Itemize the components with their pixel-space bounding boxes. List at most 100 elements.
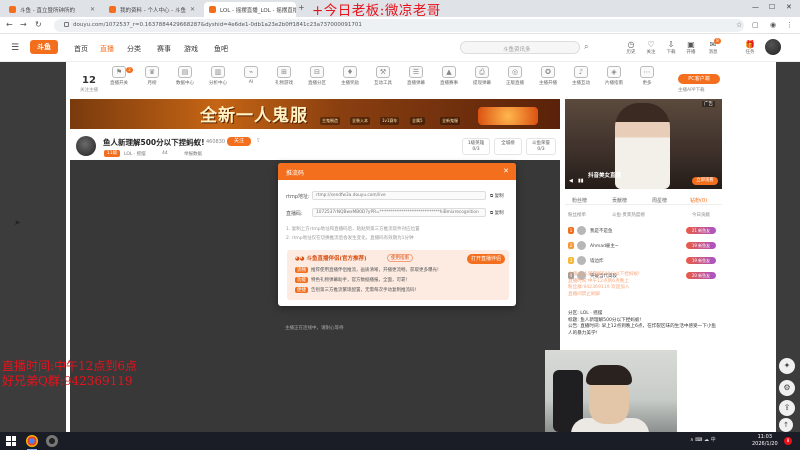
- header-task[interactable]: 🎁 任务: [742, 40, 758, 55]
- browser-tab-1[interactable]: 斗鱼 - 直立暨所钟所的 ✕: [4, 2, 100, 17]
- prev-icon[interactable]: ◀: [569, 178, 573, 184]
- back-icon[interactable]: ←: [6, 20, 13, 29]
- pause-icon[interactable]: ▮▮: [578, 178, 584, 184]
- category-item[interactable]: ♦ 主播奖励: [335, 66, 365, 86]
- taskbar-clock[interactable]: 11:03 2026/1/20: [752, 434, 778, 448]
- report-data-link[interactable]: 举报数据: [184, 151, 202, 157]
- fan-badge: 19 新鱼友: [686, 242, 716, 249]
- banner-chip: 1v1赛车: [380, 117, 400, 125]
- rtmp-field[interactable]: rtmp://sendfw3a.douyu.com/live: [312, 191, 486, 200]
- side-share-icon[interactable]: ⇪: [779, 400, 795, 416]
- reload-icon[interactable]: ↻: [35, 20, 42, 29]
- side-settings-icon[interactable]: ⚙: [779, 380, 795, 396]
- category-item[interactable]: ♛ 月榜: [137, 66, 167, 86]
- dialog-close-icon[interactable]: ✕: [503, 167, 509, 175]
- forward-icon[interactable]: →: [20, 20, 27, 29]
- notification-badge[interactable]: 8: [784, 437, 792, 445]
- follow-button[interactable]: 关注: [227, 137, 251, 146]
- copy-key-button[interactable]: ⧉ 复制: [490, 210, 504, 216]
- rank-row[interactable]: 3 墙边炸 19 新鱼友: [568, 255, 718, 267]
- header-history[interactable]: ◷ 历史: [623, 40, 639, 55]
- side-tool-icon[interactable]: ✦: [779, 358, 795, 374]
- promo-title: ◕◕ 斗鱼直播伴侣(官方推荐): [295, 256, 367, 262]
- category-item[interactable]: ⊞ 礼物游戏: [269, 66, 299, 86]
- category-item[interactable]: ✪ 主播开播: [533, 66, 563, 86]
- pc-client-button[interactable]: PC客户端: [678, 74, 720, 84]
- header-broadcast[interactable]: ▣ 开播: [683, 40, 699, 55]
- windows-start-icon[interactable]: [6, 436, 16, 446]
- url-field[interactable]: douyu.com/1072537_r=0.1637884429668287&d…: [54, 19, 744, 32]
- category-item[interactable]: ◎ 正版直播: [500, 66, 530, 86]
- system-tray[interactable]: ∧ ⌨ ☁ 中: [690, 436, 716, 443]
- nav-live[interactable]: 直播: [100, 44, 114, 54]
- app-download-link[interactable]: 主播APP下载: [678, 87, 705, 93]
- open-assistant-button[interactable]: 打开直播伴侣: [467, 254, 505, 264]
- nav-events[interactable]: 赛事: [157, 44, 171, 54]
- promo-line: 流畅 推荐使用直播伴侣推流，画质清晰，开播更流畅，获取更多曝光!: [295, 267, 439, 273]
- category-item[interactable]: ▤ 数据中心: [170, 66, 200, 86]
- rank-row[interactable]: 2 Ahmad雇主~ 19 新鱼友: [568, 240, 718, 252]
- star-icon[interactable]: ☆: [736, 21, 742, 29]
- category-item[interactable]: ⌁ AI: [236, 66, 266, 85]
- header-download[interactable]: ⇩ 下载: [663, 40, 679, 55]
- category-item[interactable]: ◈ 片播指南: [599, 66, 629, 86]
- category-item[interactable]: ⎙ 提现弹幕: [467, 66, 497, 86]
- category-icon: ⎙: [475, 66, 489, 78]
- category-item[interactable]: ☰ 直播弹幕: [401, 66, 431, 86]
- nav-fishbar[interactable]: 鱼吧: [214, 44, 228, 54]
- ad-label: 广告: [702, 101, 715, 107]
- side-top-icon[interactable]: ↑: [779, 418, 793, 432]
- category-item[interactable]: ⚑ 直播开关: [104, 66, 134, 86]
- douyu-logo[interactable]: 斗鱼: [30, 40, 58, 54]
- category-item[interactable]: ▥ 分析中心: [203, 66, 233, 86]
- nav-games[interactable]: 游戏: [184, 44, 198, 54]
- copy-rtmp-button[interactable]: ⧉ 复制: [490, 193, 504, 199]
- hero-rank-box[interactable]: 1级英雄 0/3: [462, 138, 490, 155]
- follow-label: 关注主播: [80, 88, 98, 93]
- category-item[interactable]: ⋯ 更多: [632, 66, 662, 86]
- obs-taskbar-icon[interactable]: [46, 435, 58, 447]
- profile-icon[interactable]: ◉: [770, 21, 776, 29]
- category-item[interactable]: ⊟ 直播分区: [302, 66, 332, 86]
- nav-category[interactable]: 分类: [127, 44, 141, 54]
- maximize-icon[interactable]: ☐: [769, 3, 775, 11]
- tab-contribution[interactable]: 贡献榜: [612, 197, 627, 204]
- category-icon: ⌁: [244, 66, 258, 78]
- extensions-icon[interactable]: ▢: [752, 21, 759, 29]
- browser-tab-2[interactable]: 我的资料 - 个人中心 - 斗鱼 ✕: [104, 2, 200, 17]
- rank-row[interactable]: 1 我是不是鱼 21 新鱼友: [568, 225, 718, 237]
- honor-rank-box[interactable]: 斗鱼荣誉 0/3: [526, 138, 556, 155]
- overlay-qq-group: 好兄弟Q群:942369119: [2, 374, 133, 388]
- category-item[interactable]: ⚒ 互动工具: [368, 66, 398, 86]
- promo-guide-link[interactable]: 使用指南: [387, 254, 413, 262]
- header-follow[interactable]: ♡ 关注: [643, 40, 659, 55]
- close-icon[interactable]: ✕: [786, 3, 792, 11]
- tab-fans[interactable]: 粉丝榜: [572, 197, 587, 204]
- new-tab-icon[interactable]: +: [298, 3, 305, 12]
- streamer-avatar[interactable]: [76, 136, 96, 156]
- browser-menu-icon[interactable]: ⋮: [786, 21, 793, 29]
- user-avatar[interactable]: [765, 39, 781, 55]
- watch-now-button[interactable]: 立即观看: [692, 177, 718, 185]
- browser-tab-3[interactable]: LOL - 摇摆直播_LOL - 摇摆直播 ✕: [204, 2, 296, 17]
- city-rank-box[interactable]: 全城榜: [494, 138, 522, 155]
- category-label: 分析中心: [209, 81, 227, 86]
- search-input[interactable]: 斗鱼资讯多: [460, 41, 580, 54]
- stream-key-field[interactable]: 1072537rNQBwxMB0D7yPR=******************…: [312, 208, 486, 217]
- follow-count[interactable]: 12: [82, 75, 96, 86]
- share-icon[interactable]: ⇪: [256, 137, 261, 144]
- minimize-icon[interactable]: —: [752, 3, 759, 11]
- hamburger-menu-icon[interactable]: ☰: [11, 43, 19, 53]
- category-item[interactable]: ♪ 主播互动: [566, 66, 596, 86]
- category-label: 直播赛事: [440, 81, 458, 86]
- tab-close-icon[interactable]: ✕: [90, 6, 95, 13]
- tab-weekly-star[interactable]: 周星榜: [652, 197, 667, 204]
- category-item[interactable]: ▲ 直播赛事: [434, 66, 464, 86]
- chrome-taskbar-icon[interactable]: [26, 435, 38, 447]
- tab-close-icon[interactable]: ✕: [190, 6, 195, 13]
- search-icon[interactable]: ⌕: [584, 42, 588, 52]
- promo-line: 功能 特色礼物弹幕助手，官方数据播报，全面，可靠!: [295, 277, 408, 283]
- room-category[interactable]: LOL · 摇摆: [124, 151, 146, 157]
- nav-home[interactable]: 首页: [74, 44, 88, 54]
- tab-diamond-fans[interactable]: 钻粉(0): [690, 197, 707, 204]
